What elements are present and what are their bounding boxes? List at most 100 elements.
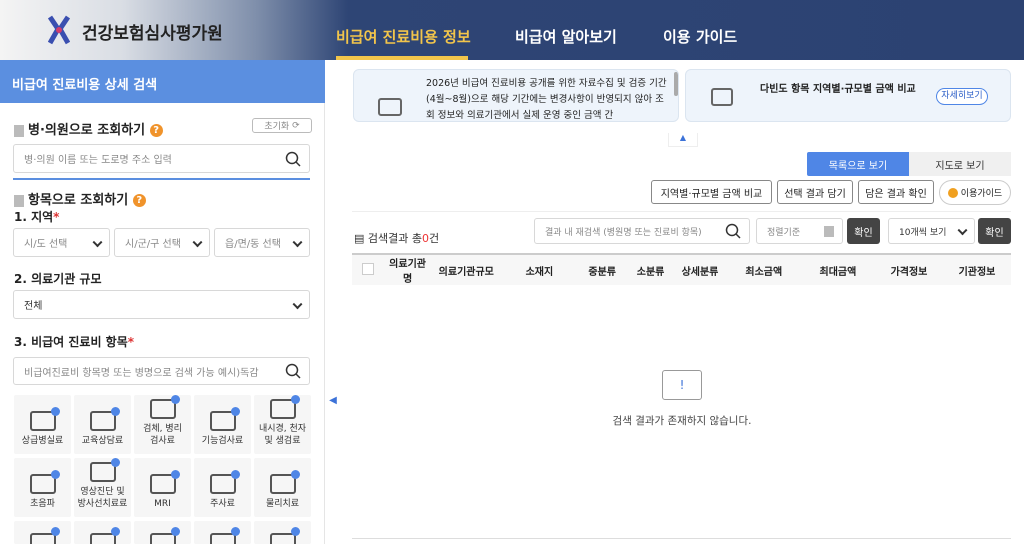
column-header: 의료기관명 <box>384 253 431 285</box>
category-tile[interactable]: 주사료 <box>194 458 251 517</box>
category-tile[interactable] <box>14 521 71 544</box>
column-header: 기관정보 <box>942 253 1011 285</box>
category-icon <box>269 527 300 544</box>
search-icon[interactable] <box>285 363 301 379</box>
category-label: MRI <box>154 499 171 509</box>
hira-logo-icon[interactable] <box>48 15 70 45</box>
category-label: 검체, 병리 검사료 <box>143 424 182 446</box>
refine-search-input[interactable]: 결과 내 재검색 (병원명 또는 진료비 항목) <box>534 218 750 244</box>
category-tile[interactable] <box>254 521 311 544</box>
brand-name[interactable]: 건강보험심사평가원 <box>82 19 223 44</box>
category-tile[interactable]: 검체, 병리 검사료 <box>134 395 191 454</box>
category-tile[interactable]: 초음파 <box>14 458 71 517</box>
category-tile[interactable]: 영상진단 및 방사선치료료 <box>74 458 131 517</box>
notice-text: 2026년 비급여 진료비용 공개를 위한 자료수집 및 검증 기간(4월~8월… <box>426 78 667 121</box>
category-label: 영상진단 및 방사선치료료 <box>77 487 128 509</box>
reset-button[interactable]: 초기화 ⟳ <box>252 118 312 133</box>
category-tile[interactable]: 기능검사료 <box>194 395 251 454</box>
help-icon[interactable]: ? <box>132 194 146 207</box>
category-tile[interactable] <box>194 521 251 544</box>
region-label-text: 1. 지역 <box>14 210 54 224</box>
empty-state-icon: ! <box>662 370 702 400</box>
category-tile[interactable]: 물리치료 <box>254 458 311 517</box>
view-map-tab[interactable]: 지도로 보기 <box>909 152 1011 176</box>
search-icon[interactable] <box>725 223 741 239</box>
guide-label: 이용가이드 <box>960 189 1003 199</box>
save-selection-button[interactable]: 선택 결과 담기 <box>777 180 853 204</box>
page-size-select[interactable]: 10개씩 보기 <box>888 218 975 244</box>
nav-learn[interactable]: 비급여 알아보기 <box>515 26 617 47</box>
list-icon <box>824 226 834 237</box>
category-tile[interactable] <box>134 521 191 544</box>
result-count-value: 0 <box>422 232 429 245</box>
notice-card[interactable]: 2026년 비급여 진료비용 공개를 위한 자료수집 및 검증 기간(4월~8월… <box>353 69 679 122</box>
scrollbar[interactable] <box>674 72 678 96</box>
category-icon <box>89 407 120 431</box>
category-icon <box>209 407 240 431</box>
column-header: 상세분류 <box>673 253 727 285</box>
category-icon <box>149 527 180 544</box>
empty-message: 검색 결과가 존재하지 않습니다. <box>612 415 752 427</box>
notice-icon <box>378 98 402 116</box>
divider <box>13 178 310 180</box>
compare-text: 다빈도 항목 지역별·규모별 금액 비교 <box>760 84 916 95</box>
building-icon <box>14 124 24 137</box>
sort-placeholder: 정렬기준 <box>767 227 801 238</box>
scale-select[interactable]: 전체 <box>13 290 310 319</box>
detail-button[interactable]: 자세히보기 <box>936 88 988 105</box>
item-search-placeholder: 비급여진료비 항목명 또는 병명으로 검색 가능 예시)독감 <box>24 367 259 379</box>
column-header: 소분류 <box>627 253 674 285</box>
category-tile[interactable] <box>74 521 131 544</box>
view-saved-button[interactable]: 담은 결과 확인 <box>858 180 934 204</box>
page-size-confirm-button[interactable]: 확인 <box>978 218 1011 244</box>
category-icon <box>209 527 240 544</box>
category-icon <box>209 470 240 494</box>
item-search-input[interactable]: 비급여진료비 항목명 또는 병명으로 검색 가능 예시)독감 <box>13 357 310 385</box>
required-mark: * <box>127 335 135 349</box>
result-suffix: 건 <box>429 232 440 245</box>
chevron-down-icon <box>292 236 303 247</box>
item-search-heading: 항목으로 조회하기 ? <box>14 189 146 208</box>
category-label: 교육상담료 <box>81 436 124 446</box>
item-search-label: 항목으로 조회하기 <box>28 193 129 208</box>
refine-placeholder: 결과 내 재검색 (병원명 또는 진료비 항목) <box>545 227 702 238</box>
hospital-search-input[interactable]: 병·의원 이름 또는 도로명 주소 입력 <box>13 144 310 173</box>
column-header: 최소금액 <box>726 253 801 285</box>
category-icon <box>269 395 300 419</box>
region-label: 1. 지역* <box>14 208 59 225</box>
city-select[interactable]: 시/군/구 선택 <box>114 228 210 257</box>
province-select[interactable]: 시/도 선택 <box>13 228 110 257</box>
list-icon <box>14 194 24 207</box>
compare-button[interactable]: 지역별·규모별 금액 비교 <box>651 180 772 204</box>
scale-label: 2. 의료기관 규모 <box>14 272 102 286</box>
caret-up-icon: ▲ <box>679 133 687 142</box>
category-label: 주사료 <box>210 499 235 509</box>
result-count: ▤ 검색결과 총0건 <box>354 230 439 246</box>
results-table: 의료기관명 의료기관규모 소재지 중분류 소분류 상세분류 최소금액 최대금액 가격정보 기관정보 <box>352 253 1011 285</box>
category-tile[interactable]: 상급병실료 <box>14 395 71 454</box>
search-icon[interactable] <box>285 151 301 167</box>
help-icon[interactable]: ? <box>149 124 163 137</box>
reset-label: 초기화 <box>264 122 290 132</box>
select-all-checkbox[interactable] <box>362 262 375 275</box>
select-all-header <box>352 253 385 285</box>
category-tile[interactable]: MRI <box>134 458 191 517</box>
chevron-down-icon <box>957 225 968 236</box>
category-tile[interactable]: 내시경, 천자 및 생검료 <box>254 395 311 454</box>
guide-button[interactable]: 이용가이드 <box>939 180 1011 205</box>
compare-card[interactable]: 다빈도 항목 지역별·규모별 금액 비교 자세히보기 <box>685 69 1011 122</box>
collapse-sidebar-button[interactable]: ◀ <box>327 385 339 415</box>
item-label-text: 3. 비급여 진료비 항목 <box>14 335 128 349</box>
chevron-down-icon <box>192 236 203 247</box>
category-icon <box>29 527 60 544</box>
divider <box>352 211 1011 212</box>
category-tile[interactable]: 교육상담료 <box>74 395 131 454</box>
collapse-notice-button[interactable]: ▲ <box>668 133 698 147</box>
view-list-tab[interactable]: 목록으로 보기 <box>807 152 909 176</box>
nav-guide[interactable]: 이용 가이드 <box>663 26 737 47</box>
sort-confirm-button[interactable]: 확인 <box>847 218 880 244</box>
sort-select[interactable]: 정렬기준 <box>756 218 843 244</box>
nav-cost-info[interactable]: 비급여 진료비용 정보 <box>336 26 471 47</box>
town-select[interactable]: 읍/면/동 선택 <box>214 228 310 257</box>
category-icon <box>29 407 60 431</box>
